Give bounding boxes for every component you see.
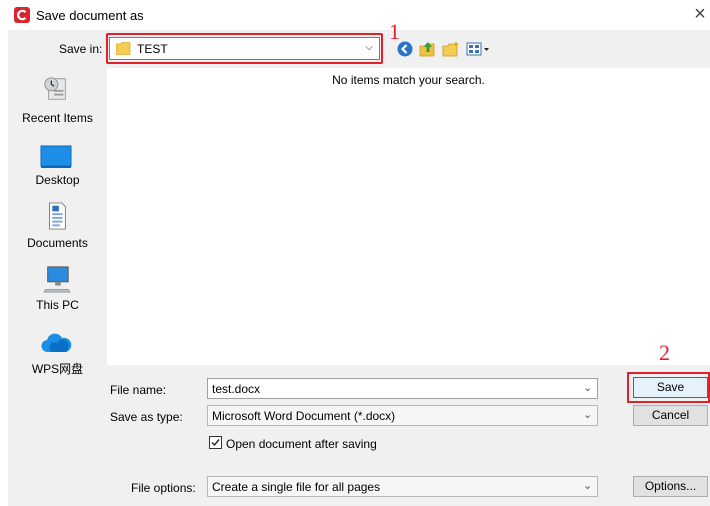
checkmark-icon	[211, 439, 220, 447]
documents-icon	[49, 202, 66, 230]
desktop-icon	[40, 145, 72, 168]
annotation-number-2: 2	[659, 340, 670, 365]
file-options-chevron-down-icon[interactable]: ⌄	[583, 479, 592, 492]
wps-app-icon	[14, 7, 30, 23]
window-title: Save document as	[36, 8, 144, 23]
place-label-this-pc: This PC	[36, 298, 79, 312]
back-icon[interactable]	[396, 40, 414, 58]
save-as-type-label: Save as type:	[110, 410, 183, 424]
annotation-box-1	[106, 33, 383, 64]
open-after-saving-checkbox[interactable]	[209, 436, 222, 449]
annotation-box-2	[627, 372, 710, 403]
file-name-chevron-down-icon[interactable]: ⌄	[583, 381, 592, 394]
cancel-button[interactable]: Cancel	[633, 405, 708, 426]
file-name-label: File name:	[110, 383, 167, 397]
this-pc-icon	[43, 266, 71, 293]
place-label-desktop: Desktop	[35, 173, 80, 187]
place-label-wps-cloud: WPS网盘	[31, 362, 84, 376]
cloud-icon	[41, 333, 72, 353]
file-options-label: File options:	[131, 481, 196, 495]
file-options-value: Create a single file for all pages	[212, 480, 381, 494]
options-button[interactable]: Options...	[633, 476, 708, 497]
empty-message: No items match your search.	[332, 73, 485, 87]
open-after-saving-label: Open document after saving	[226, 437, 377, 451]
save-as-type-chevron-down-icon[interactable]: ⌄	[583, 408, 592, 421]
recent-items-icon	[44, 77, 66, 100]
file-list[interactable]	[107, 68, 710, 365]
close-icon[interactable]: ×	[689, 3, 710, 25]
up-folder-icon[interactable]	[419, 40, 437, 58]
new-folder-icon[interactable]	[442, 40, 460, 58]
view-menu-icon[interactable]	[466, 40, 492, 58]
place-label-documents: Documents	[27, 236, 88, 250]
place-label-recent-items: Recent Items	[22, 111, 93, 125]
save-in-label: Save in:	[59, 42, 103, 56]
file-name-input[interactable]	[207, 378, 598, 399]
save-as-type-value: Microsoft Word Document (*.docx)	[212, 409, 396, 423]
file-name-value: test.docx	[212, 382, 261, 396]
